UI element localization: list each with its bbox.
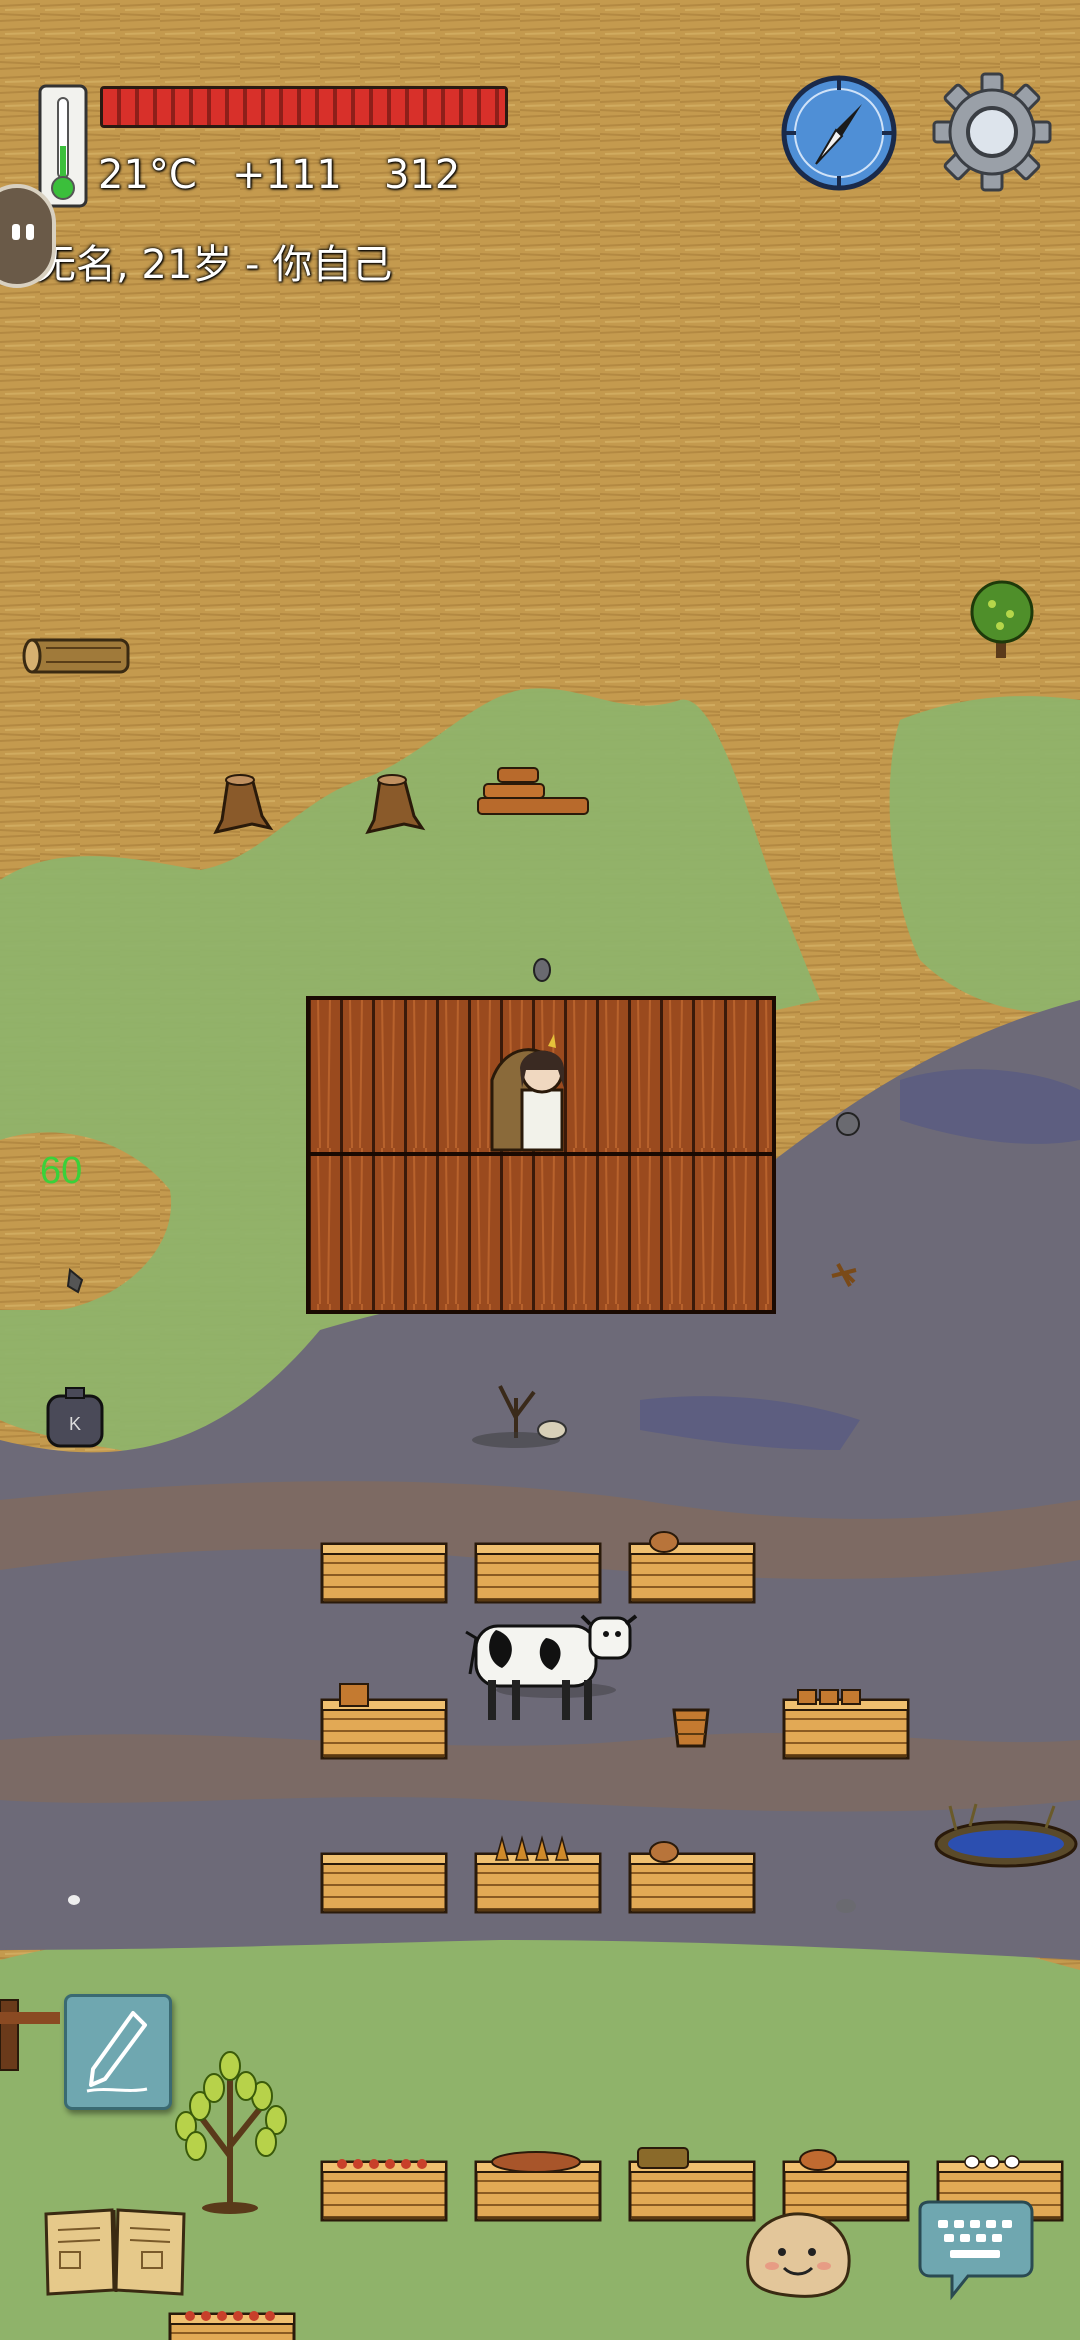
book-icon — [44, 2208, 186, 2296]
fps-counter: 60 — [40, 1150, 83, 1192]
wooden-wall-lower — [306, 1152, 776, 1314]
food-bar — [100, 86, 508, 128]
stone — [836, 1899, 856, 1913]
thermometer-icon — [38, 84, 88, 208]
compass-button[interactable] — [780, 74, 898, 192]
score-label: 312 — [384, 152, 461, 198]
settings-button[interactable] — [930, 70, 1054, 194]
gear-icon — [932, 72, 1052, 192]
round-stone — [836, 1112, 860, 1136]
chat-keyboard-button[interactable] — [912, 2200, 1036, 2304]
wooden-crate[interactable] — [320, 1542, 448, 1604]
recipe-book-button[interactable] — [42, 2202, 188, 2298]
side-menu-tab[interactable] — [0, 184, 56, 288]
wooden-crate[interactable] — [168, 2311, 296, 2340]
log — [22, 638, 130, 674]
wooden-bucket — [672, 1708, 710, 1748]
stone — [68, 1895, 80, 1905]
pencil-icon — [86, 2011, 148, 2093]
wooden-crate[interactable] — [320, 2159, 448, 2222]
emote-button[interactable] — [740, 2208, 856, 2300]
wooden-crate[interactable] — [628, 1531, 756, 1604]
temperature-label: 21°C — [98, 152, 197, 198]
keyboard-icon — [918, 2200, 1034, 2301]
game-world[interactable]: K — [0, 0, 1080, 2340]
wooden-crate[interactable] — [782, 1689, 910, 1760]
yum-bonus-label: +111 — [232, 152, 342, 198]
smiley-face-icon — [746, 2212, 851, 2298]
edit-note-button[interactable] — [64, 1994, 172, 2110]
wooden-crate[interactable] — [474, 1542, 602, 1604]
round-stone — [533, 958, 551, 982]
stone-k: K — [46, 1387, 104, 1448]
player-name-age: 无名, 21岁 - 你自己 — [36, 242, 393, 288]
wooden-crate[interactable] — [474, 2151, 602, 2222]
svg-text:K: K — [69, 1414, 81, 1434]
wooden-crate[interactable] — [628, 1841, 756, 1914]
wooden-crate[interactable] — [320, 1852, 448, 1914]
menu-dots-icon — [12, 224, 20, 240]
compass-icon — [781, 75, 897, 191]
